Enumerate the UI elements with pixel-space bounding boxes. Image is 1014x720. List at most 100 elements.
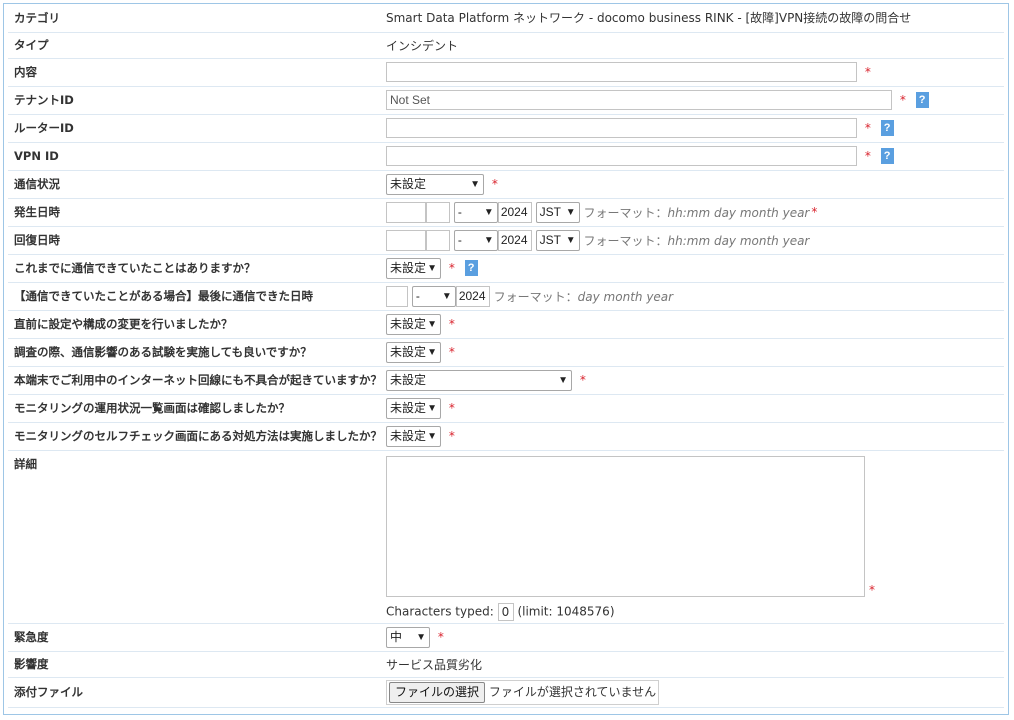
recover-format-hint: フォーマット：hh:mm day month year xyxy=(583,233,810,248)
required-mark: * xyxy=(899,93,906,107)
row-tenant: テナントID * ? xyxy=(8,86,1004,115)
required-mark: * xyxy=(869,582,875,597)
selfcheck-select[interactable]: 未設定 ▼ xyxy=(386,425,441,447)
row-test-ok: 調査の際、通信影響のある試験を実施しても良いですか？ 未設定 ▼ * xyxy=(8,338,1004,367)
chevron-down-icon: ▼ xyxy=(427,262,437,274)
help-icon[interactable]: ? xyxy=(915,92,929,108)
config-change-label: 直前に設定や構成の変更を行いましたか？ xyxy=(8,310,382,339)
chevron-down-icon: ▼ xyxy=(558,374,568,386)
file-status: ファイルが選択されていません xyxy=(488,684,657,699)
recover-timezone-select[interactable]: JST ▼ xyxy=(535,229,580,251)
type-label: タイプ xyxy=(8,32,382,59)
required-mark: * xyxy=(448,429,455,443)
required-mark: * xyxy=(864,121,871,135)
chevron-down-icon: ▼ xyxy=(565,206,576,218)
required-mark: * xyxy=(448,401,455,415)
row-config-change: 直前に設定や構成の変更を行いましたか？ 未設定 ▼ * xyxy=(8,310,1004,339)
recover-day-select[interactable]: - ▼ xyxy=(453,229,498,251)
detail-textarea[interactable] xyxy=(386,455,865,597)
content-label: 内容 xyxy=(8,58,382,87)
chevron-down-icon: ▼ xyxy=(565,234,576,246)
prev-comm-label: これまでに通信できていたことはありますか？ xyxy=(8,254,382,283)
row-content: 内容 * xyxy=(8,58,1004,87)
recover-year-input[interactable]: 2024 xyxy=(497,229,532,251)
chars-limit: (limit: 1048576) xyxy=(517,604,615,618)
choose-file-button[interactable]: ファイルの選択 xyxy=(389,681,486,703)
urgency-label: 緊急度 xyxy=(8,623,382,652)
help-icon[interactable]: ? xyxy=(880,120,894,136)
detail-label: 詳細 xyxy=(8,450,382,624)
row-vpn: VPN ID * ? xyxy=(8,142,1004,171)
row-impact: 影響度 サービス品質劣化 xyxy=(8,651,1004,678)
row-category: カテゴリ Smart Data Platform ネットワーク - docomo… xyxy=(8,4,1004,33)
urgency-select[interactable]: 中 ▼ xyxy=(386,626,430,648)
row-internet: 本端末でご利用中のインターネット回線にも不具合が起きていますか？ 未設定 ▼ * xyxy=(8,366,1004,395)
prev-comm-select[interactable]: 未設定 ▼ xyxy=(386,257,441,279)
chevron-down-icon: ▼ xyxy=(483,206,494,218)
last-comm-year-input[interactable]: 2024 xyxy=(455,285,490,307)
chevron-down-icon: ▼ xyxy=(416,631,426,643)
row-comm-status: 通信状況 未設定 ▼ * xyxy=(8,170,1004,199)
monitor-list-label: モニタリングの運用状況一覧画面は確認しましたか？ xyxy=(8,394,382,423)
chevron-down-icon: ▼ xyxy=(427,402,437,414)
row-urgency: 緊急度 中 ▼ * xyxy=(8,623,1004,652)
chevron-down-icon: ▼ xyxy=(427,346,437,358)
chars-count: 0 xyxy=(497,602,514,621)
vpn-id-input[interactable] xyxy=(386,146,857,166)
test-ok-select[interactable]: 未設定 ▼ xyxy=(386,341,441,363)
chevron-down-icon: ▼ xyxy=(441,290,452,302)
vpn-label: VPN ID xyxy=(8,142,382,171)
monitor-list-select[interactable]: 未設定 ▼ xyxy=(386,397,441,419)
recover-hour-input[interactable] xyxy=(386,229,426,251)
chevron-down-icon: ▼ xyxy=(427,430,437,442)
required-mark: * xyxy=(448,345,455,359)
impact-value: サービス品質劣化 xyxy=(386,657,483,672)
character-counter: Characters typed: 0 (limit: 1048576) xyxy=(386,602,1004,621)
row-selfcheck: モニタリングのセルフチェック画面にある対処方法は実施しましたか？ 未設定 ▼ * xyxy=(8,422,1004,451)
internet-select[interactable]: 未設定 ▼ xyxy=(386,369,572,391)
tenant-id-input[interactable] xyxy=(386,90,892,110)
required-mark: * xyxy=(437,630,444,644)
row-recover: 回復日時 - ▼ 2024 JST ▼ フォーマット：hh:mm day month … xyxy=(8,226,1004,255)
row-detail: 詳細 * Characters typed: 0 (limit: 1048576… xyxy=(8,450,1004,624)
required-mark: * xyxy=(448,261,455,275)
last-comm-day-input[interactable] xyxy=(386,285,408,307)
occur-label: 発生日時 xyxy=(8,198,382,227)
recover-minute-input[interactable] xyxy=(426,229,450,251)
tenant-label: テナントID xyxy=(8,86,382,115)
required-mark: * xyxy=(811,205,818,219)
comm-status-label: 通信状況 xyxy=(8,170,382,199)
category-value: Smart Data Platform ネットワーク - docomo busi… xyxy=(386,11,912,26)
chevron-down-icon: ▼ xyxy=(483,234,494,246)
occur-year-input[interactable]: 2024 xyxy=(497,201,532,223)
comm-status-select[interactable]: 未設定 ▼ xyxy=(386,173,484,195)
help-icon[interactable]: ? xyxy=(464,260,478,276)
occur-minute-input[interactable] xyxy=(426,201,450,223)
test-ok-label: 調査の際、通信影響のある試験を実施しても良いですか？ xyxy=(8,338,382,367)
config-change-select[interactable]: 未設定 ▼ xyxy=(386,313,441,335)
last-comm-month-select[interactable]: - ▼ xyxy=(411,285,456,307)
row-monitor-list: モニタリングの運用状況一覧画面は確認しましたか？ 未設定 ▼ * xyxy=(8,394,1004,423)
required-mark: * xyxy=(579,373,586,387)
help-icon[interactable]: ? xyxy=(880,148,894,164)
occur-hour-input[interactable] xyxy=(386,201,426,223)
content-input[interactable] xyxy=(386,62,857,82)
type-value: インシデント xyxy=(386,38,459,53)
attachment-label: 添付ファイル xyxy=(8,677,382,708)
router-id-input[interactable] xyxy=(386,118,857,138)
category-label: カテゴリ xyxy=(8,4,382,33)
ticket-form: カテゴリ Smart Data Platform ネットワーク - docomo… xyxy=(8,4,1004,708)
form-panel: カテゴリ Smart Data Platform ネットワーク - docomo… xyxy=(3,3,1009,715)
row-type: タイプ インシデント xyxy=(8,32,1004,59)
router-label: ルーターID xyxy=(8,114,382,143)
required-mark: * xyxy=(864,149,871,163)
file-input[interactable]: ファイルの選択 ファイルが選択されていません xyxy=(386,679,660,705)
chars-label: Characters typed: xyxy=(386,604,494,618)
selfcheck-label: モニタリングのセルフチェック画面にある対処方法は実施しましたか？ xyxy=(8,422,382,451)
required-mark: * xyxy=(448,317,455,331)
occur-day-select[interactable]: - ▼ xyxy=(453,201,498,223)
row-router: ルーターID * ? xyxy=(8,114,1004,143)
impact-label: 影響度 xyxy=(8,651,382,678)
required-mark: * xyxy=(864,65,871,79)
occur-timezone-select[interactable]: JST ▼ xyxy=(535,201,580,223)
